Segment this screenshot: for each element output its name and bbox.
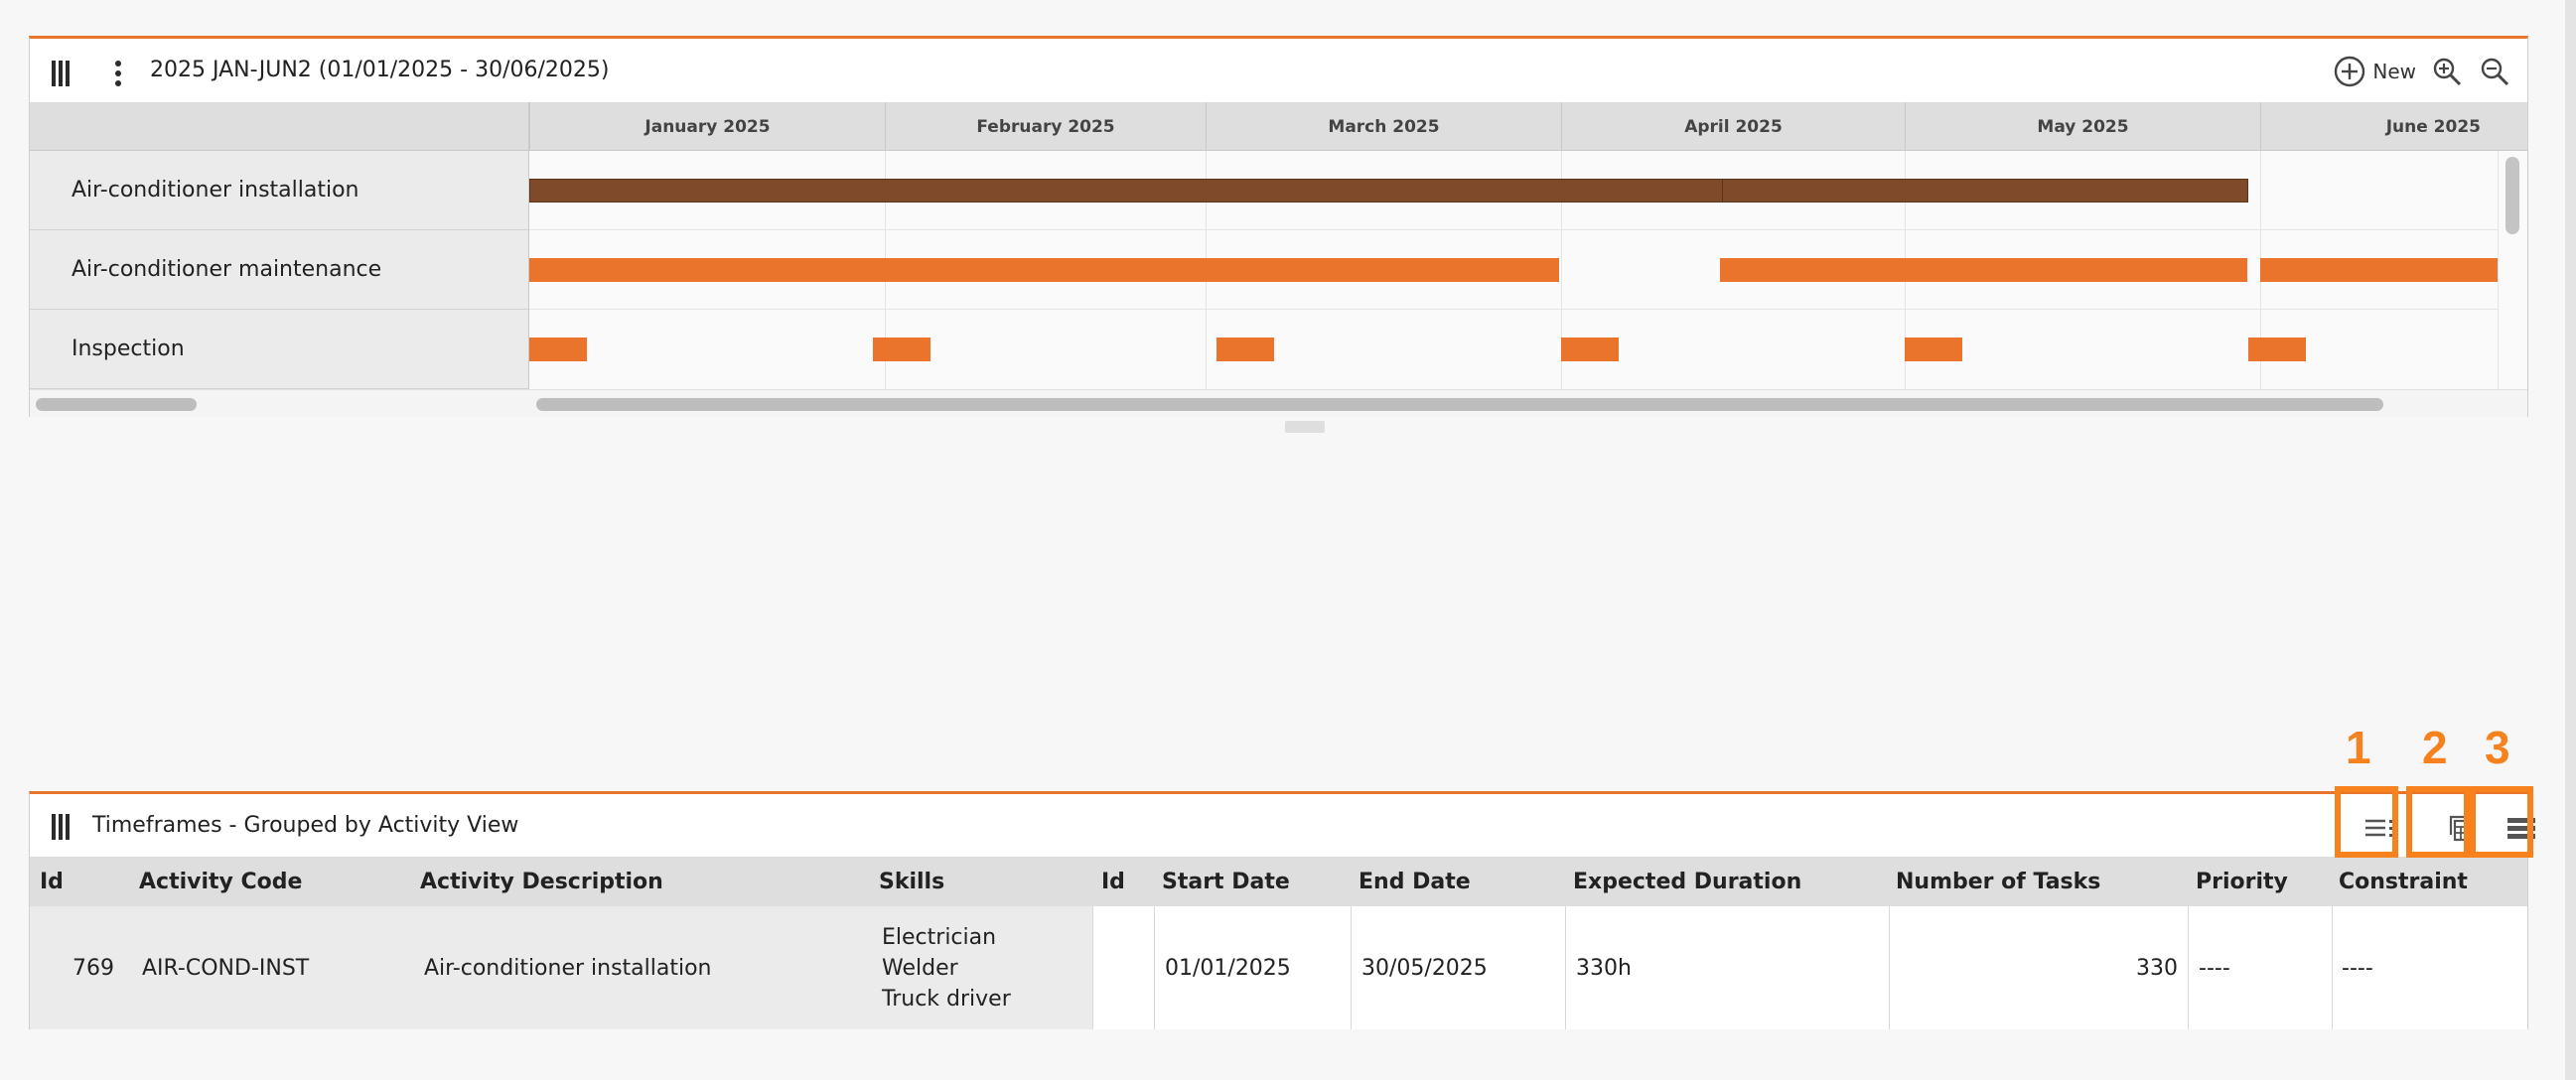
column-header-end-date[interactable]: End Date	[1359, 857, 1471, 906]
gantt-row-label[interactable]: Inspection	[30, 310, 529, 389]
callout-number: 3	[2485, 722, 2510, 773]
kebab-menu-icon[interactable]	[111, 59, 125, 88]
gantt-bar-inspection[interactable]	[1561, 338, 1619, 361]
month-header: May 2025	[1905, 102, 2260, 151]
zoom-in-button[interactable]	[2430, 55, 2464, 88]
gantt-bar-installation[interactable]	[529, 179, 2248, 202]
timeline-header-spacer	[30, 102, 529, 151]
vertical-scrollbar[interactable]	[2498, 151, 2527, 389]
gantt-bar-inspection[interactable]	[529, 338, 587, 361]
column-header-id[interactable]: Id	[40, 857, 64, 906]
grid-title: Timeframes - Grouped by Activity View	[92, 813, 519, 838]
cell-number-of-tasks: 330	[1889, 906, 2188, 1029]
vertical-scrollbar-thumb[interactable]	[2505, 157, 2519, 234]
timeline-header: January 2025 February 2025 March 2025 Ap…	[30, 102, 2527, 151]
gantt-bar-inspection[interactable]	[1905, 338, 1962, 361]
columns-icon[interactable]	[52, 814, 70, 840]
grid-header: Id Activity Code Activity Description Sk…	[30, 857, 2527, 906]
column-header-priority[interactable]: Priority	[2196, 857, 2288, 906]
gantt-row-label[interactable]: Air-conditioner installation	[30, 151, 529, 230]
grid-toolbar: Timeframes - Grouped by Activity View	[30, 794, 2535, 857]
bar-segment-divider	[1722, 180, 1723, 202]
cell-constraint: ----	[2332, 906, 2527, 1029]
gantt-rows: Air-conditioner installation Air-conditi…	[30, 151, 2527, 389]
column-header-expected-duration[interactable]: Expected Duration	[1573, 857, 1801, 906]
column-header-constraint[interactable]: Constraint	[2339, 857, 2468, 906]
column-header-start-date[interactable]: Start Date	[1162, 857, 1290, 906]
row-divider	[529, 309, 2500, 310]
panel-splitter-handle[interactable]	[1285, 421, 1325, 433]
gantt-toolbar: 2025 JAN-JUN2 (01/01/2025 - 30/06/2025) …	[30, 39, 2527, 102]
month-header: February 2025	[885, 102, 1206, 151]
gantt-bar-maintenance[interactable]	[1720, 258, 2247, 282]
cell-activity-description: Air-conditioner installation	[424, 955, 712, 981]
gantt-timeline[interactable]	[529, 151, 2500, 389]
gantt-bar-inspection[interactable]	[873, 338, 930, 361]
page-background: 2025 JAN-JUN2 (01/01/2025 - 30/06/2025) …	[0, 0, 2565, 1080]
month-header: June 2025	[2260, 102, 2528, 151]
cell-expected-duration: 330h	[1565, 906, 1889, 1029]
timeframes-grid-panel: Timeframes - Grouped by Activity View Id…	[29, 791, 2535, 1029]
cell-priority: ----	[2188, 906, 2332, 1029]
cell-activity-code: AIR-COND-INST	[142, 955, 310, 981]
skill-item: Welder	[882, 955, 958, 981]
cell-end-date: 30/05/2025	[1351, 906, 1565, 1029]
skill-item: Truck driver	[882, 986, 1011, 1012]
column-header-activity-description[interactable]: Activity Description	[420, 857, 663, 906]
callout-number: 1	[2346, 722, 2371, 773]
plus-circle-icon	[2335, 56, 2365, 87]
skill-item: Electrician	[882, 924, 997, 950]
month-header: April 2025	[1561, 102, 1905, 151]
gantt-toolbar-actions: New	[2333, 53, 2511, 90]
cell-timeframe-id	[1092, 906, 1154, 1029]
horizontal-scrollbar[interactable]	[30, 389, 2527, 417]
cell-start-date: 01/01/2025	[1154, 906, 1351, 1029]
gantt-bar-inspection[interactable]	[1216, 338, 1274, 361]
table-row[interactable]: 769 AIR-COND-INST Air-conditioner instal…	[30, 906, 2527, 1029]
gantt-bar-inspection[interactable]	[2248, 338, 2306, 361]
callout-box	[2406, 786, 2470, 858]
column-header-number-of-tasks[interactable]: Number of Tasks	[1896, 857, 2100, 906]
label-scrollbar-thumb[interactable]	[36, 398, 197, 411]
zoom-out-icon	[2481, 58, 2509, 86]
gantt-panel: 2025 JAN-JUN2 (01/01/2025 - 30/06/2025) …	[29, 36, 2528, 417]
new-button[interactable]: New	[2333, 55, 2416, 88]
column-header-skills[interactable]: Skills	[879, 857, 944, 906]
gantt-bar-maintenance[interactable]	[529, 258, 1559, 282]
callout-number: 2	[2422, 722, 2448, 773]
zoom-in-icon	[2433, 58, 2462, 86]
month-header: March 2025	[1206, 102, 1561, 151]
column-header-timeframe-id[interactable]: Id	[1101, 857, 1125, 906]
column-header-activity-code[interactable]: Activity Code	[139, 857, 302, 906]
columns-icon[interactable]	[52, 61, 70, 86]
new-button-label: New	[2372, 60, 2416, 83]
zoom-out-button[interactable]	[2478, 55, 2511, 88]
gantt-row-label[interactable]: Air-conditioner maintenance	[30, 230, 529, 310]
month-header: January 2025	[529, 102, 885, 151]
timeline-scrollbar-thumb[interactable]	[536, 398, 2383, 411]
cell-skills: Electrician Welder Truck driver	[882, 906, 1011, 1029]
callout-box	[2470, 786, 2533, 858]
gantt-title: 2025 JAN-JUN2 (01/01/2025 - 30/06/2025)	[150, 58, 610, 82]
cell-id: 769	[72, 955, 114, 981]
gantt-bar-maintenance[interactable]	[2260, 258, 2500, 282]
row-divider	[529, 229, 2500, 230]
callout-box	[2335, 786, 2398, 858]
